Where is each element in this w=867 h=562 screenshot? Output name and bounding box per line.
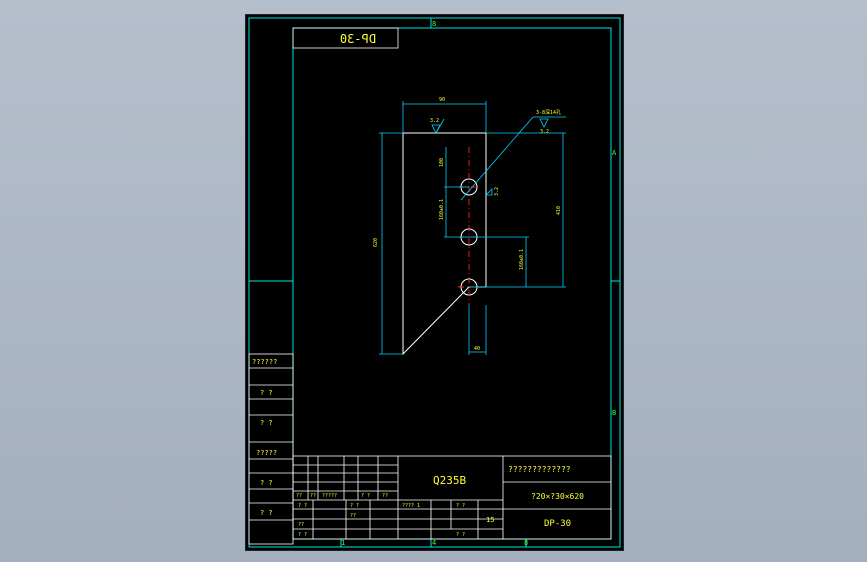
border-number-bottom-right: 8 bbox=[524, 539, 528, 547]
dim-top-width: 90 bbox=[439, 97, 445, 103]
title-small-cell: ?? bbox=[382, 493, 388, 499]
left-panel-cell-6: ? ? bbox=[260, 509, 273, 517]
title-small-cell: ?? bbox=[350, 513, 356, 519]
left-panel-cell-1: ?????? bbox=[252, 358, 277, 366]
left-panel-cell-5: ? ? bbox=[260, 479, 273, 487]
left-info-panel: ?????? ? ? ? ? ????? ? ? ? ? bbox=[248, 353, 294, 545]
title-size: ?20×?30×620 bbox=[531, 492, 584, 501]
title-small-cell: ? ? bbox=[298, 503, 307, 509]
title-part-code: DP-30 bbox=[544, 519, 571, 529]
technical-drawing: 8 1 4 8 A B DP-30 ?????? ? ? ? ? ????? ?… bbox=[248, 17, 621, 548]
title-small-cell: ? ? bbox=[350, 503, 359, 509]
border-number-bottom-mid: 4 bbox=[432, 539, 436, 547]
dimension-lines bbox=[379, 101, 566, 355]
top-part-code: DP-30 bbox=[340, 32, 376, 46]
title-small-cell: ? ? bbox=[456, 503, 465, 509]
title-scale-value: 15 bbox=[486, 516, 494, 524]
dim-tolerance-a: 3.2 bbox=[540, 129, 549, 135]
title-small-cell: ? ? bbox=[456, 532, 465, 538]
zone-letter-b: B bbox=[612, 409, 616, 417]
zone-letter-a: A bbox=[612, 149, 617, 157]
title-small-cell: ?? bbox=[310, 493, 316, 499]
title-small-cell: ? ? bbox=[298, 532, 307, 538]
cad-viewport[interactable]: 8 1 4 8 A B DP-30 ?????? ? ? ? ? ????? ?… bbox=[245, 14, 624, 551]
title-small-cell: ???? 1 bbox=[402, 503, 420, 509]
title-small-cell: ?? bbox=[298, 522, 304, 528]
dim-hole-roughness: 3.2 bbox=[494, 187, 500, 196]
dim-right-height: 410 bbox=[556, 206, 562, 215]
dim-spacing-2: 160±0.1 bbox=[519, 249, 525, 270]
title-unknown-name: ????????????? bbox=[508, 465, 571, 474]
dim-spacing-1: 160±0.1 bbox=[439, 199, 445, 220]
left-panel-cell-4: ????? bbox=[256, 449, 277, 457]
dim-thickness-note: 3.2 bbox=[430, 118, 439, 124]
title-small-cell: ????? bbox=[322, 493, 337, 499]
border-number-bottom-left: 1 bbox=[341, 539, 345, 547]
border-number-top: 8 bbox=[432, 20, 436, 28]
dim-left-height: 620 bbox=[373, 238, 379, 247]
title-small-cell: ? ? bbox=[361, 493, 370, 499]
left-panel-cell-3: ? ? bbox=[260, 419, 273, 427]
dim-surface-callout: 3-8深14孔 bbox=[536, 109, 561, 116]
dim-bottom-width: 40 bbox=[474, 346, 480, 352]
title-small-cell: ?? bbox=[296, 493, 302, 499]
title-material: Q235B bbox=[433, 474, 466, 487]
left-panel-cell-2: ? ? bbox=[260, 389, 273, 397]
dim-upper-offset: 100 bbox=[439, 158, 445, 167]
